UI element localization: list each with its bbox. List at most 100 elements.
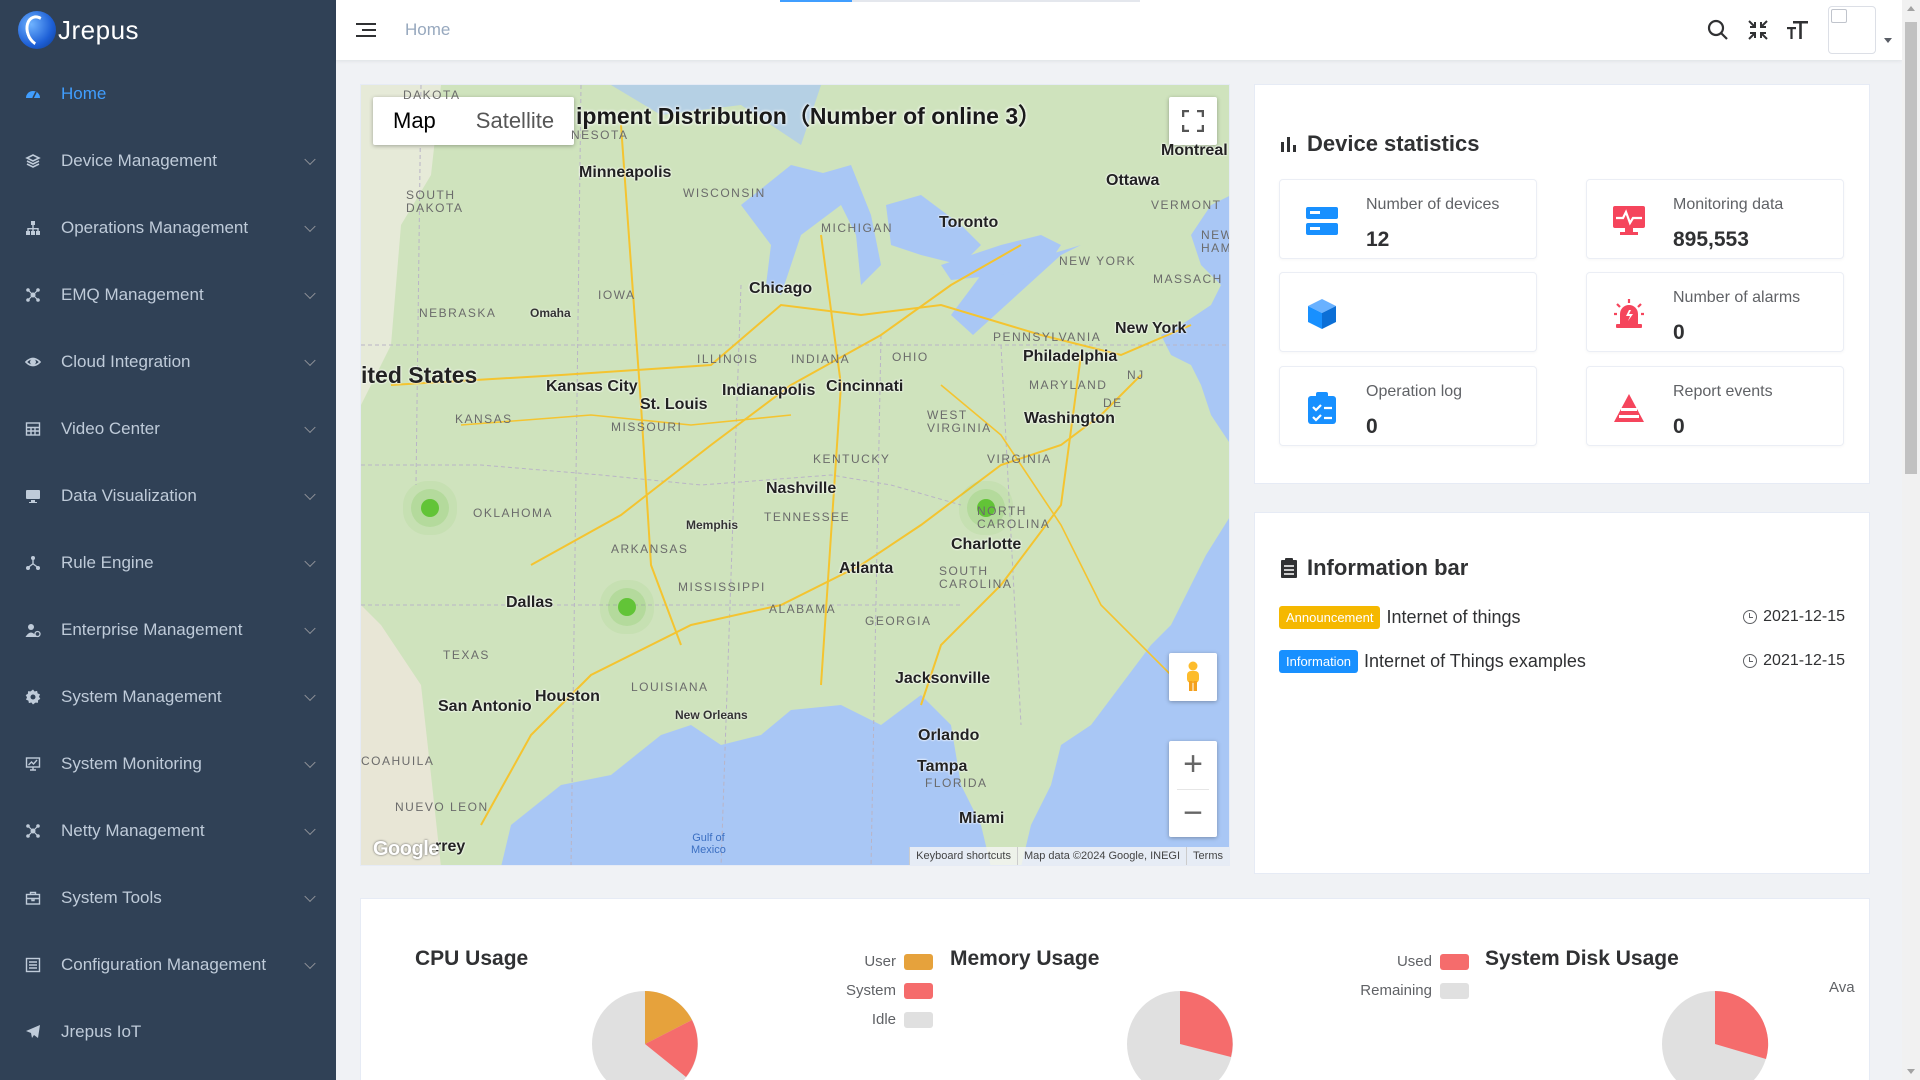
sidebar-item-data-visualization[interactable]: Data Visualization (0, 462, 336, 529)
map-attribution: Keyboard shortcuts Map data ©2024 Google… (909, 847, 1229, 865)
system-usage-card: CPU Usage User System Idle Memory Usage … (360, 898, 1870, 1080)
eye-icon (24, 353, 42, 371)
logo[interactable]: Jrepus (0, 0, 336, 60)
bar-chart-icon (1279, 134, 1299, 154)
sidebar-item-system-management[interactable]: System Management (0, 663, 336, 730)
legend-item-used[interactable]: Used (1291, 947, 1469, 976)
legend-item-available: Ava (1829, 979, 1855, 996)
memory-usage-title: Memory Usage (950, 947, 1100, 970)
info-text[interactable]: Internet of Things examples (1364, 651, 1586, 672)
stat-label: Monitoring data (1673, 196, 1784, 213)
memory-pie-chart[interactable] (1125, 989, 1235, 1080)
stat-monitoring-data[interactable]: Monitoring data 895,553 (1586, 179, 1844, 259)
stat-number-of-alarms[interactable]: Number of alarms 0 (1586, 272, 1844, 352)
legend-item-system[interactable]: System (781, 976, 933, 1005)
network-icon (24, 822, 42, 840)
alarm-icon (1613, 298, 1645, 330)
sidebar-item-system-tools[interactable]: System Tools (0, 864, 336, 931)
sidebar-item-enterprise-management[interactable]: Enterprise Management (0, 596, 336, 663)
stat-report-events[interactable]: Report events 0 (1586, 366, 1844, 446)
stat-value: 0 (1673, 321, 1685, 344)
street-view-button[interactable] (1169, 653, 1217, 701)
stat-value: 0 (1366, 415, 1378, 438)
sidebar-item-home[interactable]: Home (0, 60, 336, 127)
stat-number-of-devices[interactable]: Number of devices 12 (1279, 179, 1537, 259)
stat-operation-log[interactable]: Operation log 0 (1279, 366, 1537, 446)
zoom-in-button[interactable]: + (1169, 741, 1217, 789)
scroll-up-icon[interactable] (1907, 6, 1915, 11)
sidebar-menu: Home Device Management Operations Manage… (0, 60, 336, 1065)
sidebar-item-label: Video Center (61, 418, 160, 438)
document-icon (1279, 558, 1299, 578)
scroll-down-icon[interactable] (1907, 1069, 1915, 1074)
logo-icon (18, 11, 56, 49)
caret-down-icon[interactable] (1884, 37, 1892, 43)
zoom-out-button[interactable]: − (1169, 789, 1217, 837)
device-map[interactable]: ipment Distribution（Number of online 3） … (360, 84, 1230, 866)
terms-link[interactable]: Terms (1186, 847, 1229, 865)
sidebar-item-rule-engine[interactable]: Rule Engine (0, 529, 336, 596)
header-tools (1698, 0, 1902, 60)
legend-item-remaining[interactable]: Remaining (1291, 976, 1469, 1005)
sidebar-item-video-center[interactable]: Video Center (0, 395, 336, 462)
map-type-toggle: Map Satellite (373, 97, 575, 145)
chevron-down-icon (304, 153, 316, 165)
list-item[interactable]: Announcement Internet of things 2021-12-… (1279, 603, 1845, 631)
stat-products[interactable] (1279, 272, 1537, 352)
chevron-down-icon (304, 220, 316, 232)
sidebar-item-device-management[interactable]: Device Management (0, 127, 336, 194)
tab-indicator (780, 0, 1140, 2)
font-size-icon[interactable] (1778, 10, 1818, 50)
sidebar-item-cloud-integration[interactable]: Cloud Integration (0, 328, 336, 395)
breadcrumb[interactable]: Home (405, 20, 450, 40)
zoom-controls: + − (1169, 741, 1217, 837)
swatch (1440, 982, 1469, 999)
sidebar-item-configuration-management[interactable]: Configuration Management (0, 931, 336, 998)
legend-item-user[interactable]: User (781, 947, 933, 976)
fullscreen-button[interactable] (1169, 97, 1217, 145)
list-item[interactable]: Information Internet of Things examples … (1279, 647, 1845, 675)
sidebar-item-label: EMQ Management (61, 284, 204, 304)
map-canvas[interactable] (361, 85, 1230, 866)
exit-fullscreen-icon[interactable] (1738, 10, 1778, 50)
info-text[interactable]: Internet of things (1386, 607, 1520, 628)
sidebar-item-operations-management[interactable]: Operations Management (0, 194, 336, 261)
gear-icon (24, 688, 42, 706)
scrollbar-thumb[interactable] (1905, 22, 1917, 474)
sidebar-item-emq-management[interactable]: EMQ Management (0, 261, 336, 328)
hamburger-icon[interactable] (356, 21, 378, 39)
sidebar-item-system-monitoring[interactable]: System Monitoring (0, 730, 336, 797)
dashboard-icon (24, 85, 42, 103)
keyboard-shortcuts-link[interactable]: Keyboard shortcuts (909, 847, 1017, 865)
legend-item-idle[interactable]: Idle (781, 1005, 933, 1034)
avatar[interactable] (1828, 6, 1876, 54)
sidebar-item-label: Device Management (61, 150, 217, 170)
stat-label: Report events (1673, 383, 1773, 400)
online-device-marker[interactable] (421, 499, 439, 517)
map-type-satellite[interactable]: Satellite (456, 97, 574, 145)
google-logo: Google (373, 838, 439, 860)
sidebar-item-netty-management[interactable]: Netty Management (0, 797, 336, 864)
sidebar-item-label: System Management (61, 686, 222, 706)
announcement-badge: Announcement (1279, 605, 1381, 629)
sidebar-item-label: Rule Engine (61, 552, 154, 572)
toolbox-icon (24, 889, 42, 907)
monitor-pulse-icon (1613, 205, 1645, 237)
swatch (904, 982, 933, 999)
sidebar-item-label: Configuration Management (61, 954, 267, 974)
sidebar-item-jrepus-iot[interactable]: Jrepus IoT (0, 998, 336, 1065)
information-bar-title: Information bar (1307, 555, 1469, 580)
map-type-map[interactable]: Map (373, 97, 456, 145)
cpu-pie-chart[interactable] (590, 989, 700, 1080)
stat-label: Number of devices (1366, 196, 1500, 213)
online-device-marker[interactable] (977, 499, 995, 517)
top-navbar: Home (336, 0, 1902, 60)
vertical-scrollbar[interactable] (1902, 0, 1920, 1080)
cube-icon (1306, 298, 1338, 330)
chevron-down-icon (304, 354, 316, 366)
stat-value: 12 (1366, 228, 1390, 251)
search-icon[interactable] (1698, 10, 1738, 50)
disk-pie-chart[interactable] (1660, 989, 1770, 1080)
card-title: Information bar (1279, 555, 1468, 581)
online-device-marker[interactable] (618, 598, 636, 616)
